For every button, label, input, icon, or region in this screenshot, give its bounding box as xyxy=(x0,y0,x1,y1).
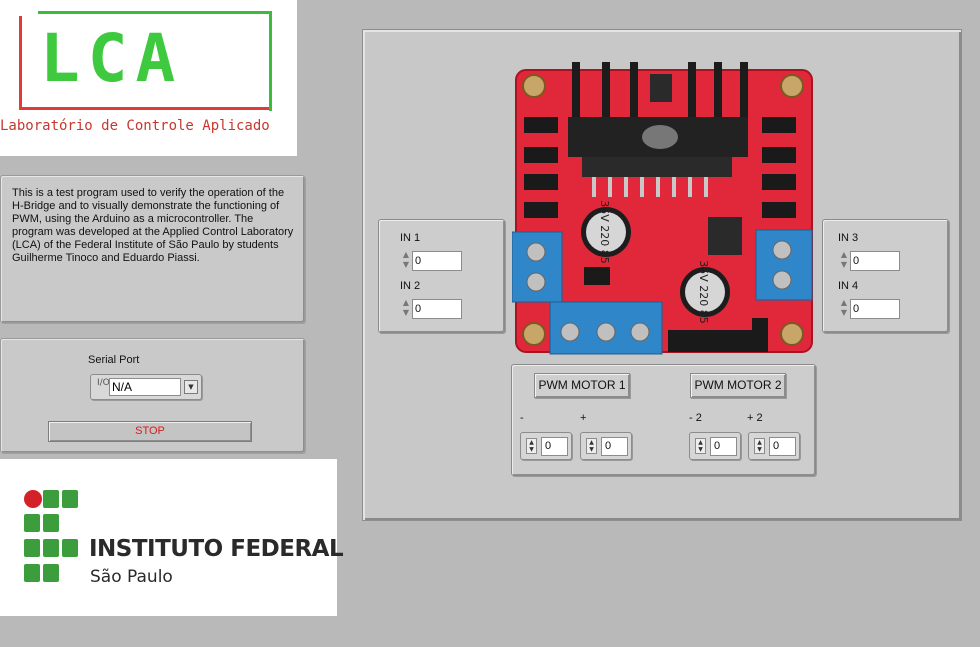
in2-label: IN 2 xyxy=(400,280,421,292)
stepper-arrows-icon[interactable]: ▲ ▼ xyxy=(838,250,850,272)
in4-label: IN 4 xyxy=(838,280,859,292)
stepper-arrows-icon[interactable]: ▲ ▼ xyxy=(754,438,765,454)
pwm-motor-2-minus-label: - 2 xyxy=(689,412,702,424)
pwm-motor-2-plus-value[interactable]: 0 xyxy=(769,437,796,456)
description-text: This is a test program used to verify th… xyxy=(12,187,294,264)
h-bridge-board-image: 35V 220 85 35V 220 85 xyxy=(512,62,813,355)
if-logo-subtitle: São Paulo xyxy=(90,567,173,587)
in3-label: IN 3 xyxy=(838,232,859,244)
stepper-arrows-icon[interactable]: ▲ ▼ xyxy=(838,298,850,320)
lca-logo-subtitle: Laboratório de Controle Aplicado xyxy=(0,118,270,134)
serial-port-label: Serial Port xyxy=(88,354,140,366)
stepper-arrows-icon[interactable]: ▲ ▼ xyxy=(400,250,412,272)
stepper-arrows-icon[interactable]: ▲ ▼ xyxy=(526,438,537,454)
pwm-motor-1-plus-label: + xyxy=(580,412,587,424)
in3-value[interactable]: 0 xyxy=(850,251,900,271)
inputs-right-panel: IN 3 ▲ ▼ 0 IN 4 ▲ ▼ 0 xyxy=(822,219,949,333)
in1-label: IN 1 xyxy=(400,232,421,244)
pwm-motor-1-button[interactable]: PWM MOTOR 1 xyxy=(534,373,630,398)
pwm-motor-1-minus-label: - xyxy=(520,412,524,424)
pwm-motor-2-minus-control[interactable]: ▲ ▼ 0 xyxy=(689,432,741,460)
in1-value[interactable]: 0 xyxy=(412,251,462,271)
serial-port-value[interactable]: N/A xyxy=(109,378,181,396)
in2-value[interactable]: 0 xyxy=(412,299,462,319)
io-icon: I/O xyxy=(97,378,110,388)
pwm-motor-1-plus-control[interactable]: ▲ ▼ 0 xyxy=(580,432,632,460)
pwm-motor-2-button[interactable]: PWM MOTOR 2 xyxy=(690,373,786,398)
if-logo-mark xyxy=(24,490,78,582)
chevron-down-icon[interactable]: ▼ xyxy=(184,380,198,394)
stepper-arrows-icon[interactable]: ▲ ▼ xyxy=(586,438,597,454)
pwm-motor-2-minus-value[interactable]: 0 xyxy=(710,437,737,456)
in4-value[interactable]: 0 xyxy=(850,299,900,319)
serial-port-selector[interactable]: I/O N/A ▼ xyxy=(90,374,202,400)
stepper-arrows-icon[interactable]: ▲ ▼ xyxy=(400,298,412,320)
stop-button[interactable]: STOP xyxy=(48,421,252,442)
stepper-arrows-icon[interactable]: ▲ ▼ xyxy=(695,438,706,454)
capacitor-label-1: 35V 220 85 xyxy=(598,200,611,264)
inputs-left-panel: IN 1 ▲ ▼ 0 IN 2 ▲ ▼ 0 xyxy=(378,219,505,333)
pwm-motor-2-plus-control[interactable]: ▲ ▼ 0 xyxy=(748,432,800,460)
pwm-motor-2-plus-label: + 2 xyxy=(747,412,763,424)
pwm-motor-1-minus-value[interactable]: 0 xyxy=(541,437,568,456)
pwm-panel: PWM MOTOR 1 PWM MOTOR 2 - + - 2 + 2 ▲ ▼ 0… xyxy=(511,364,816,476)
if-logo: INSTITUTO FEDERAL São Paulo xyxy=(0,459,344,616)
if-logo-title: INSTITUTO FEDERAL xyxy=(89,536,344,562)
lca-logo-letters: LCA xyxy=(40,20,184,97)
description-panel: This is a test program used to verify th… xyxy=(0,175,305,323)
capacitor-label-2: 35V 220 85 xyxy=(697,260,710,324)
serial-panel: Serial Port I/O N/A ▼ STOP xyxy=(0,338,305,453)
pwm-motor-1-minus-control[interactable]: ▲ ▼ 0 xyxy=(520,432,572,460)
pwm-motor-1-plus-value[interactable]: 0 xyxy=(601,437,628,456)
lca-logo: LCA Laboratório de Controle Aplicado xyxy=(0,0,297,156)
